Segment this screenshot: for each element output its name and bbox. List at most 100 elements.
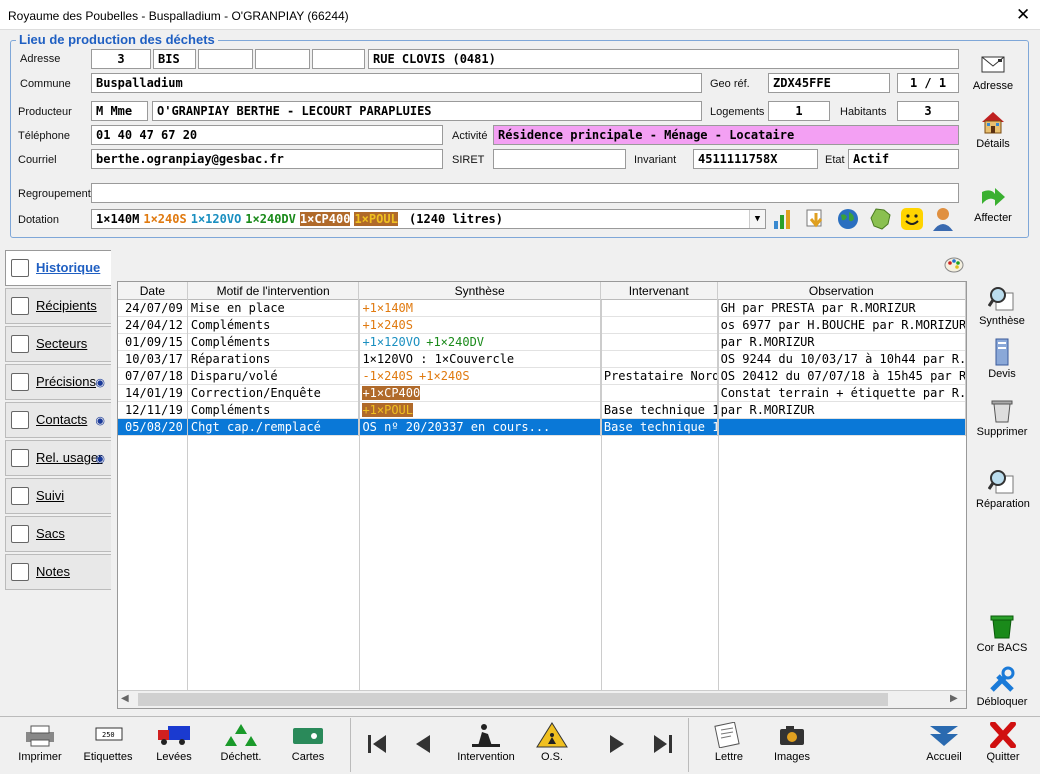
table-row[interactable]: 01/09/15 Compléments +1×120VO +1×240DV par R…	[118, 334, 966, 351]
commune-label: Commune	[20, 78, 71, 90]
dotation-items: 1×140M 1×240S 1×120VO 1×240DV 1×CP400 1×POUL	[96, 212, 402, 226]
intervention-button[interactable]: Intervention	[456, 722, 516, 763]
column-observation[interactable]: Observation	[718, 282, 966, 300]
palette-icon[interactable]	[944, 256, 964, 274]
email-field[interactable]: berthe.ogranpiay@gesbac.fr	[91, 149, 443, 169]
table-row[interactable]: 24/04/12 Compléments +1×240S os 6977 par H.…	[118, 317, 966, 334]
person-icon[interactable]	[931, 206, 955, 232]
tab-historique[interactable]: Historique	[5, 250, 111, 286]
address-number-field[interactable]: 3	[91, 49, 151, 69]
scrollbar-thumb[interactable]	[138, 693, 888, 706]
details-button[interactable]: Détails	[967, 108, 1019, 150]
etiquettes-button[interactable]: 250 Etiquettes	[78, 722, 138, 763]
cell-synthese: +1×120VO +1×240DV	[359, 334, 601, 351]
etiquettes-label: Etiquettes	[83, 751, 133, 763]
supprimer-button[interactable]: Supprimer	[976, 396, 1028, 438]
lettre-button[interactable]: Lettre	[699, 722, 759, 763]
phone-label: Téléphone	[18, 130, 70, 142]
cell-intervenant	[601, 317, 718, 334]
tab-contacts[interactable]: Contacts ◉	[5, 402, 111, 438]
reparation-button[interactable]: Réparation	[976, 468, 1030, 510]
cartes-button[interactable]: Cartes	[278, 722, 338, 763]
scroll-left-icon[interactable]: ◀	[121, 693, 129, 704]
dotation-item: 1×240S	[143, 212, 187, 226]
dotation-total: (1240 litres)	[409, 212, 503, 226]
address-extra-field-1[interactable]	[198, 49, 253, 69]
close-icon[interactable]: ✕	[1016, 5, 1030, 25]
table-row[interactable]: 05/08/20 Chgt cap./remplacé OS nº 20/20337…	[118, 419, 966, 436]
etat-field[interactable]: Actif	[848, 149, 959, 169]
street-field[interactable]: RUE CLOVIS (0481)	[368, 49, 959, 69]
levees-button[interactable]: Levées	[144, 722, 204, 763]
corbacs-button[interactable]: Cor BACS	[976, 612, 1028, 654]
smiley-icon[interactable]	[900, 207, 924, 231]
chevron-down-icon[interactable]: ▼	[749, 210, 765, 228]
title-bar: Royaume des Poubelles - Buspalladium - O…	[0, 0, 1040, 30]
synthese-label: Synthèse	[979, 315, 1025, 327]
tab-pr-cisions[interactable]: Précisions ◉	[5, 364, 111, 400]
tab-r-cipients[interactable]: Récipients	[5, 288, 111, 324]
adresse-button[interactable]: Adresse	[967, 50, 1019, 92]
tab-secteurs[interactable]: Secteurs	[5, 326, 111, 362]
address-suffix-field[interactable]: BIS	[153, 49, 196, 69]
producer-name-field[interactable]: O'GRANPIAY BERTHE - LECOURT PARAPLUIES	[152, 101, 702, 121]
civility-field[interactable]: M Mme	[91, 101, 148, 121]
table-row[interactable]: 14/01/19 Correction/Enquête +1×CP400 Consta…	[118, 385, 966, 402]
notes-icon	[11, 563, 29, 581]
dechett-button[interactable]: Déchett.	[211, 722, 271, 763]
regroupement-label: Regroupement	[18, 188, 91, 200]
siret-field[interactable]	[493, 149, 626, 169]
tab-suivi[interactable]: Suivi	[5, 478, 111, 514]
table-row[interactable]: 24/07/09 Mise en place +1×140M GH par PREST…	[118, 300, 966, 317]
activity-field[interactable]: Résidence principale - Ménage - Locatair…	[493, 125, 959, 145]
first-record-icon[interactable]	[366, 733, 388, 755]
tab-rel-usager[interactable]: Rel. usager ◉	[5, 440, 111, 476]
phone-field[interactable]: 01 40 47 67 20	[91, 125, 443, 145]
download-icon[interactable]	[804, 207, 828, 231]
commune-field[interactable]: Buspalladium	[91, 73, 702, 93]
debloquer-button[interactable]: Débloquer	[976, 666, 1028, 708]
column-motif[interactable]: Motif de l'intervention	[188, 282, 360, 300]
os-button[interactable]: O.S.	[522, 722, 582, 763]
images-button[interactable]: Images	[762, 722, 822, 763]
address-extra-field-2[interactable]	[255, 49, 310, 69]
accueil-button[interactable]: Accueil	[914, 722, 974, 763]
france-map-icon[interactable]	[868, 206, 894, 232]
column-date[interactable]: Date	[118, 282, 188, 300]
logements-field[interactable]: 1	[768, 101, 830, 121]
table-row[interactable]: 10/03/17 Réparations 1×120VO : 1×Couvercle…	[118, 351, 966, 368]
tab-label: Sacs	[36, 526, 65, 541]
cell-synthese: 1×120VO : 1×Couvercle	[359, 351, 601, 368]
devis-button[interactable]: Devis	[976, 338, 1028, 380]
quitter-button[interactable]: Quitter	[973, 722, 1033, 763]
siret-label: SIRET	[452, 154, 485, 166]
cell-intervenant	[601, 300, 718, 317]
affecter-button[interactable]: Affecter	[967, 182, 1019, 224]
synthese-chip: -1×240S	[362, 369, 414, 383]
georef-field[interactable]: ZDX45FFE	[768, 73, 890, 93]
scroll-right-icon[interactable]: ▶	[950, 693, 958, 704]
invariant-field[interactable]: 4511111758X	[693, 149, 818, 169]
column-intervenant[interactable]: Intervenant	[601, 282, 718, 300]
edit-icon	[11, 373, 29, 391]
address-extra-field-3[interactable]	[312, 49, 365, 69]
table-row[interactable]: 07/07/18 Disparu/volé -1×240S +1×240S Presta…	[118, 368, 966, 385]
synthese-button[interactable]: Synthèse	[976, 285, 1028, 327]
globe-icon[interactable]	[836, 207, 860, 231]
tab-sacs[interactable]: Sacs	[5, 516, 111, 552]
next-record-icon[interactable]	[607, 733, 627, 755]
regroupement-field[interactable]	[91, 183, 959, 203]
tab-notes[interactable]: Notes	[5, 554, 111, 590]
horizontal-scrollbar[interactable]: ◀ ▶	[118, 690, 966, 708]
previous-record-icon[interactable]	[413, 733, 433, 755]
column-synthese[interactable]: Synthèse	[359, 282, 601, 300]
cell-motif: Réparations	[188, 351, 360, 368]
cell-date: 05/08/20	[118, 419, 188, 436]
imprimer-button[interactable]: Imprimer	[10, 722, 70, 763]
cell-date: 10/03/17	[118, 351, 188, 368]
last-record-icon[interactable]	[652, 733, 674, 755]
table-row[interactable]: 12/11/19 Compléments +1×POUL Base technique…	[118, 402, 966, 419]
habitants-field[interactable]: 3	[897, 101, 959, 121]
dotation-select[interactable]: 1×140M 1×240S 1×120VO 1×240DV 1×CP400 1×POUL …	[91, 209, 766, 229]
chart-icon[interactable]	[772, 207, 794, 231]
